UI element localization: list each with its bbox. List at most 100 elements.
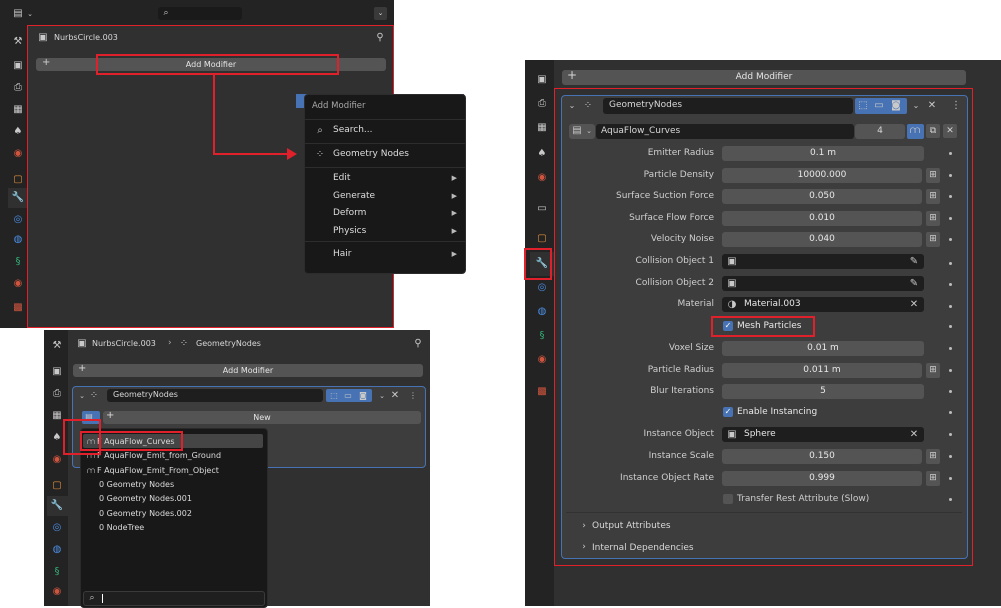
- output-tab-icon[interactable]: ⎙: [12, 82, 24, 94]
- physics-tab-icon[interactable]: ◍: [12, 234, 24, 246]
- menu-item-edit[interactable]: Edit ▶: [305, 169, 465, 187]
- output-tab-icon[interactable]: ⎙: [536, 98, 548, 110]
- dropdown-search-input[interactable]: ⌕: [83, 591, 265, 606]
- keyframe-dot[interactable]: [949, 433, 952, 436]
- scene-tab-icon[interactable]: ♠: [12, 126, 24, 138]
- property-value-field[interactable]: 0.050: [722, 189, 922, 205]
- view-layer-tab-icon[interactable]: ▦: [536, 122, 548, 134]
- keyframe-dot[interactable]: [949, 305, 952, 308]
- node-group-item[interactable]: 0 Geometry Nodes.002: [87, 507, 263, 521]
- particles-tab-icon[interactable]: ◎: [12, 214, 24, 226]
- search-input[interactable]: ⌕: [158, 7, 242, 20]
- node-group-item[interactable]: ⩋ F AquaFlow_Curves: [87, 435, 263, 449]
- clear-icon[interactable]: ✕: [908, 299, 920, 311]
- keyframe-dot[interactable]: [949, 173, 952, 177]
- node-socket-toggle-button[interactable]: ⊞: [926, 362, 940, 378]
- wrench-icon[interactable]: 🔧: [536, 258, 548, 270]
- world-tab-icon[interactable]: ◉: [51, 454, 63, 466]
- close-icon[interactable]: ✕: [389, 390, 401, 402]
- pin-icon[interactable]: ⚲: [412, 338, 424, 350]
- keyframe-dot[interactable]: [949, 411, 952, 414]
- drag-handle-icon[interactable]: ⋮: [950, 100, 962, 112]
- menu-search[interactable]: Search...: [333, 125, 373, 135]
- view-layer-tab-icon[interactable]: ▦: [51, 410, 63, 422]
- node-socket-toggle-button[interactable]: ⊞: [926, 167, 940, 183]
- keyframe-dot[interactable]: [949, 347, 952, 350]
- enable-instancing-checkbox[interactable]: ✓: [723, 407, 733, 417]
- node-socket-toggle-button[interactable]: ⊞: [926, 210, 940, 226]
- node-socket-toggle-button[interactable]: ⊞: [926, 189, 940, 205]
- keyframe-dot[interactable]: [949, 498, 952, 501]
- viewport-icon[interactable]: ▭: [873, 100, 885, 112]
- texture-tab-icon[interactable]: ▩: [12, 302, 24, 314]
- object-tab-icon[interactable]: ▢: [536, 233, 548, 245]
- physics-tab-icon[interactable]: ◍: [51, 544, 63, 556]
- tool-tab-icon[interactable]: ⚒: [51, 340, 63, 352]
- constraints-tab-icon[interactable]: §: [12, 256, 24, 268]
- menu-item-hair[interactable]: Hair ▶: [305, 245, 465, 263]
- chevron-down-icon[interactable]: ⌄: [24, 8, 36, 20]
- edit-mode-icon[interactable]: ⬚: [857, 100, 869, 112]
- expand-chevron-icon[interactable]: ›: [578, 541, 590, 553]
- property-value-field[interactable]: 10000.000: [722, 167, 922, 183]
- render-tab-icon[interactable]: ▣: [536, 74, 548, 86]
- world-tab-icon[interactable]: ◉: [536, 172, 548, 184]
- data-tab-icon[interactable]: ◉: [12, 278, 24, 290]
- internal-dependencies-panel[interactable]: Internal Dependencies: [592, 543, 694, 553]
- view-layer-tab-icon[interactable]: ▦: [12, 104, 24, 116]
- node-group-item[interactable]: 0 Geometry Nodes.001: [87, 492, 263, 506]
- node-group-item[interactable]: ⩋ F AquaFlow_Emit_From_Object: [87, 464, 263, 478]
- add-modifier-button[interactable]: Add Modifier: [562, 70, 966, 85]
- material-field[interactable]: ◑ Material.003 ✕: [722, 297, 924, 312]
- menu-item-deform[interactable]: Deform ▶: [305, 204, 465, 222]
- node-group-item[interactable]: ⩋ F AquaFlow_Emit_from_Ground: [87, 449, 263, 463]
- node-socket-toggle-button[interactable]: ⊞: [926, 232, 940, 248]
- add-modifier-button[interactable]: Add Modifier: [73, 364, 423, 377]
- node-group-name-field[interactable]: AquaFlow_Curves: [596, 124, 854, 139]
- editor-type-icon[interactable]: ▤: [12, 8, 24, 20]
- physics-tab-icon[interactable]: ◍: [536, 306, 548, 318]
- world-tab-icon[interactable]: ◉: [12, 148, 24, 160]
- camera-icon[interactable]: ◙: [357, 390, 369, 402]
- render-tab-icon[interactable]: ▣: [12, 60, 24, 72]
- data-tab-icon[interactable]: ◉: [536, 354, 548, 366]
- menu-item-physics[interactable]: Physics ▶: [305, 222, 465, 240]
- close-icon[interactable]: ✕: [926, 100, 938, 112]
- node-group-item[interactable]: 0 Geometry Nodes: [87, 478, 263, 492]
- menu-item-geometry-nodes[interactable]: Geometry Nodes: [333, 149, 409, 159]
- property-value-field[interactable]: 5: [722, 384, 924, 400]
- node-group-item[interactable]: 0 NodeTree: [87, 521, 263, 535]
- render-tab-icon[interactable]: ▣: [51, 366, 63, 378]
- property-value-field[interactable]: 0.01 m: [722, 341, 924, 356]
- output-attributes-panel[interactable]: Output Attributes: [592, 521, 671, 531]
- modifier-name-field[interactable]: GeometryNodes: [603, 98, 853, 114]
- pin-icon[interactable]: ⚲: [374, 32, 386, 44]
- tool-tab-icon[interactable]: ⚒: [12, 36, 24, 48]
- instance-object-field[interactable]: ▣ Sphere ✕: [722, 427, 924, 442]
- keyframe-dot[interactable]: [949, 368, 952, 372]
- object-tab-icon[interactable]: ▢: [12, 174, 24, 186]
- keyframe-dot[interactable]: [949, 455, 952, 458]
- property-value-field[interactable]: 0.010: [722, 210, 922, 226]
- constraints-tab-icon[interactable]: §: [51, 566, 63, 578]
- constraints-tab-icon[interactable]: §: [536, 330, 548, 342]
- clear-icon[interactable]: ✕: [908, 429, 920, 441]
- keyframe-dot[interactable]: [949, 152, 952, 155]
- node-socket-toggle-button[interactable]: ⊞: [926, 470, 940, 486]
- transfer-rest-checkbox[interactable]: [723, 494, 733, 504]
- expand-chevron-icon[interactable]: ›: [578, 520, 590, 532]
- object-tab-icon[interactable]: ▢: [51, 480, 63, 492]
- keyframe-dot[interactable]: [949, 476, 952, 480]
- particles-tab-icon[interactable]: ◎: [536, 282, 548, 294]
- keyframe-dot[interactable]: [949, 325, 952, 328]
- edit-mode-icon[interactable]: ⬚: [328, 390, 340, 402]
- eyedropper-icon[interactable]: ✎: [908, 256, 920, 268]
- collapse-chevron-icon[interactable]: ⌄: [76, 390, 88, 402]
- unlink-button[interactable]: ✕: [943, 124, 957, 138]
- keyframe-dot[interactable]: [949, 262, 952, 265]
- camera-icon[interactable]: ◙: [890, 100, 902, 112]
- property-value-field[interactable]: 0.1 m: [722, 146, 924, 161]
- filter-dropdown[interactable]: ⌄: [374, 7, 387, 20]
- collision2-field[interactable]: ▣ ✎: [722, 276, 924, 291]
- viewport-icon[interactable]: ▭: [342, 390, 354, 402]
